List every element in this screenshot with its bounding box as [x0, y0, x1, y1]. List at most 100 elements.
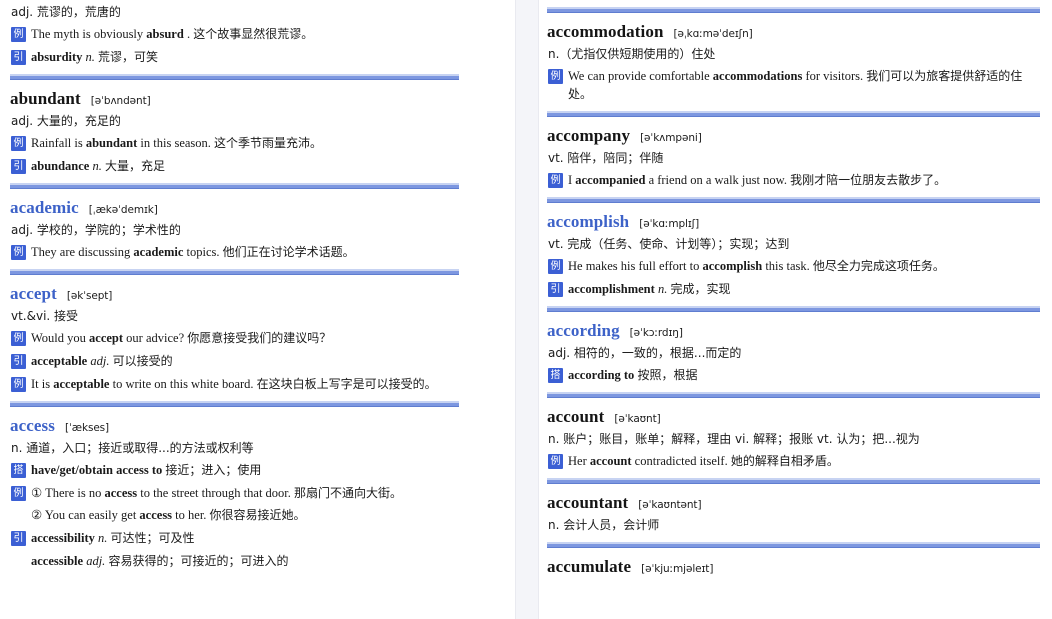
badge-spacer-icon	[11, 554, 26, 569]
entry-detail-text: It is acceptable to write on this white …	[31, 376, 437, 391]
dictionary-entry: access [ˈækses] n. 通道，入口；接近或取得...的方法或权利等搭 h…	[10, 416, 459, 571]
entry-separator	[547, 541, 1040, 548]
derivative-badge-icon: 引	[11, 531, 26, 547]
entry-detail-row: 例 The myth is obviously absurd . 这个故事显然很荒…	[11, 26, 459, 44]
entry-detail-text: according to 按照，根据	[568, 368, 698, 383]
headword[interactable]: accountant	[547, 493, 628, 513]
badge-spacer-icon	[11, 508, 26, 523]
headword-line: access [ˈækses]	[10, 416, 459, 436]
example-badge-icon: 例	[11, 485, 26, 501]
entry-detail-row: 例 ① There is no access to the street thro…	[11, 485, 459, 503]
entry-separator	[547, 197, 1040, 204]
entry-detail-text: accessibility n. 可达性；可及性	[31, 531, 195, 546]
sense-definition: adj. 学校的，学院的；学术性的	[11, 222, 181, 237]
entry-detail-text: Rainfall is abundant in this season. 这个季…	[31, 136, 323, 151]
headword-line: accompany [əˈkʌmpəni]	[547, 126, 1040, 146]
entry-detail-text: ② You can easily get access to her. 你很容易…	[31, 508, 306, 523]
phonetic-transcription: [əˈkʌmpəni]	[640, 131, 702, 144]
example-badge-icon: 例	[548, 259, 563, 275]
dictionary-entry-partial: adj. 荒谬的，荒唐的例 The myth is obviously absur…	[10, 4, 459, 67]
entry-detail-row: 搭 according to 按照，根据	[548, 367, 1040, 385]
phonetic-transcription: [əkˈsept]	[66, 289, 113, 302]
headword[interactable]: accompany	[547, 126, 630, 146]
right-column-content: accommodation [əˌkɑːməˈdeɪʃn] n.（尤指仅供短期使用的…	[539, 7, 1052, 577]
headword-line: account [əˈkaʊnt]	[547, 407, 1040, 427]
dictionary-entry: accompany [əˈkʌmpəni] vt. 陪伴，陪同；伴随例 I accom…	[547, 126, 1040, 190]
headword-line: academic [ˌækəˈdemɪk]	[10, 198, 459, 218]
phonetic-transcription: [əˈkjuːmjəleɪt]	[641, 562, 714, 575]
entry-separator	[10, 182, 459, 189]
example-badge-icon: 例	[11, 331, 26, 347]
right-page: accommodation [əˌkɑːməˈdeɪʃn] n.（尤指仅供短期使用的…	[539, 0, 1052, 619]
dictionary-entry: academic [ˌækəˈdemɪk] adj. 学校的，学院的；学术性的例 Th…	[10, 198, 459, 262]
sense-definition: adj. 荒谬的，荒唐的	[11, 5, 121, 19]
entry-detail-row: 例 It is acceptable to write on this white…	[11, 376, 459, 394]
entry-detail-text: I accompanied a friend on a walk just no…	[568, 173, 947, 188]
entry-detail-text: acceptable adj. 可以接受的	[31, 354, 173, 369]
entry-detail-text: abundance n. 大量，充足	[31, 159, 165, 174]
sense-definition: adj. 相符的，一致的，根据...而定的	[548, 345, 742, 360]
entry-separator	[10, 400, 459, 407]
sense-definition: n. 会计人员，会计师	[548, 518, 660, 533]
entry-separator	[547, 392, 1040, 399]
left-column-content: adj. 荒谬的，荒唐的例 The myth is obviously absur…	[0, 4, 515, 571]
entry-detail-row: 例 Would you accept our advice? 你愿意接受我们的建议…	[11, 330, 459, 348]
headword[interactable]: abundant	[10, 89, 81, 109]
headword-line: accomplish [əˈkɑːmplɪʃ]	[547, 212, 1040, 232]
example-badge-icon: 例	[548, 69, 563, 85]
entry-detail-text: The myth is obviously absurd . 这个故事显然很荒谬…	[31, 27, 314, 42]
headword[interactable]: accommodation	[547, 22, 664, 42]
entry-detail-row: 搭 have/get/obtain access to 接近；进入；使用	[11, 462, 459, 480]
entry-detail-text: He makes his full effort to accomplish t…	[568, 259, 945, 274]
headword[interactable]: accomplish	[547, 212, 629, 232]
phonetic-transcription: [əˌkɑːməˈdeɪʃn]	[673, 28, 753, 40]
headword-line: abundant [əˈbʌndənt]	[10, 89, 459, 109]
dictionary-entry: accumulate [əˈkjuːmjəleɪt]	[547, 557, 1040, 577]
entry-detail-text: have/get/obtain access to 接近；进入；使用	[31, 462, 262, 477]
entry-detail-text: accessible adj. 容易获得的；可接近的；可进入的	[31, 553, 289, 568]
phonetic-transcription: [əˈkaʊntənt]	[638, 499, 702, 512]
headword[interactable]: accumulate	[547, 557, 631, 577]
entry-detail-text: They are discussing academic topics. 他们正…	[31, 245, 355, 260]
example-badge-icon: 例	[11, 136, 26, 152]
left-page: adj. 荒谬的，荒唐的例 The myth is obviously absur…	[0, 0, 515, 619]
entry-separator	[547, 478, 1040, 485]
dictionary-entry: accept [əkˈsept] vt.&vi. 接受例 Would you acce…	[10, 284, 459, 394]
headword-line: according [əˈkɔːrdɪŋ]	[547, 321, 1040, 341]
entry-detail-row: 引 accomplishment n. 完成，实现	[548, 281, 1040, 299]
entry-separator	[547, 305, 1040, 312]
dictionary-entry: abundant [əˈbʌndənt] adj. 大量的，充足的例 Rainfall…	[10, 89, 459, 176]
sense-definition: vt. 完成（任务、使命、计划等）；实现；达到	[548, 237, 790, 252]
derivative-badge-icon: 引	[11, 159, 26, 175]
entry-detail-row: 例 We can provide comfortable accommodatio…	[548, 68, 1040, 104]
sense-definition: vt.&vi. 接受	[11, 308, 79, 323]
entry-detail-row: 引 absurdity n. 荒谬，可笑	[11, 49, 459, 67]
headword[interactable]: access	[10, 416, 55, 436]
sense-definition: n.（尤指仅供短期使用的）住处	[548, 47, 716, 61]
entry-detail-text: We can provide comfortable accommodation…	[568, 69, 1023, 102]
headword[interactable]: according	[547, 321, 620, 341]
headword[interactable]: academic	[10, 198, 79, 218]
example-badge-icon: 例	[11, 376, 26, 392]
entry-detail-row: ② You can easily get access to her. 你很容易…	[11, 507, 459, 525]
entry-detail-row: accessible adj. 容易获得的；可接近的；可进入的	[11, 553, 459, 571]
phonetic-transcription: [ˌækəˈdemɪk]	[88, 203, 158, 216]
entry-detail-row: 引 acceptable adj. 可以接受的	[11, 353, 459, 371]
entry-detail-row: 例 I accompanied a friend on a walk just n…	[548, 172, 1040, 190]
entry-detail-row: 例 Rainfall is abundant in this season. 这个…	[11, 135, 459, 153]
entry-detail-text: Would you accept our advice? 你愿意接受我们的建议吗…	[31, 331, 332, 346]
phonetic-transcription: [əˈkɔːrdɪŋ]	[629, 326, 683, 339]
dictionary-entry: accountant [əˈkaʊntənt] n. 会计人员，会计师	[547, 493, 1040, 534]
phonetic-transcription: [ˈækses]	[64, 421, 110, 434]
derivative-badge-icon: 引	[11, 354, 26, 370]
collocation-badge-icon: 搭	[548, 368, 563, 384]
dictionary-entry: account [əˈkaʊnt] n. 账户；账目，账单；解释，理由 vi. 解释…	[547, 407, 1040, 471]
headword-line: accumulate [əˈkjuːmjəleɪt]	[547, 557, 1040, 577]
entry-detail-row: 引 accessibility n. 可达性；可及性	[11, 530, 459, 548]
collocation-badge-icon: 搭	[11, 462, 26, 478]
sense-definition: n. 账户；账目，账单；解释，理由 vi. 解释；报账 vt. 认为；把...视…	[548, 432, 920, 447]
entry-separator	[10, 73, 459, 80]
headword[interactable]: account	[547, 407, 604, 427]
headword[interactable]: accept	[10, 284, 57, 304]
headword-line: accept [əkˈsept]	[10, 284, 459, 304]
